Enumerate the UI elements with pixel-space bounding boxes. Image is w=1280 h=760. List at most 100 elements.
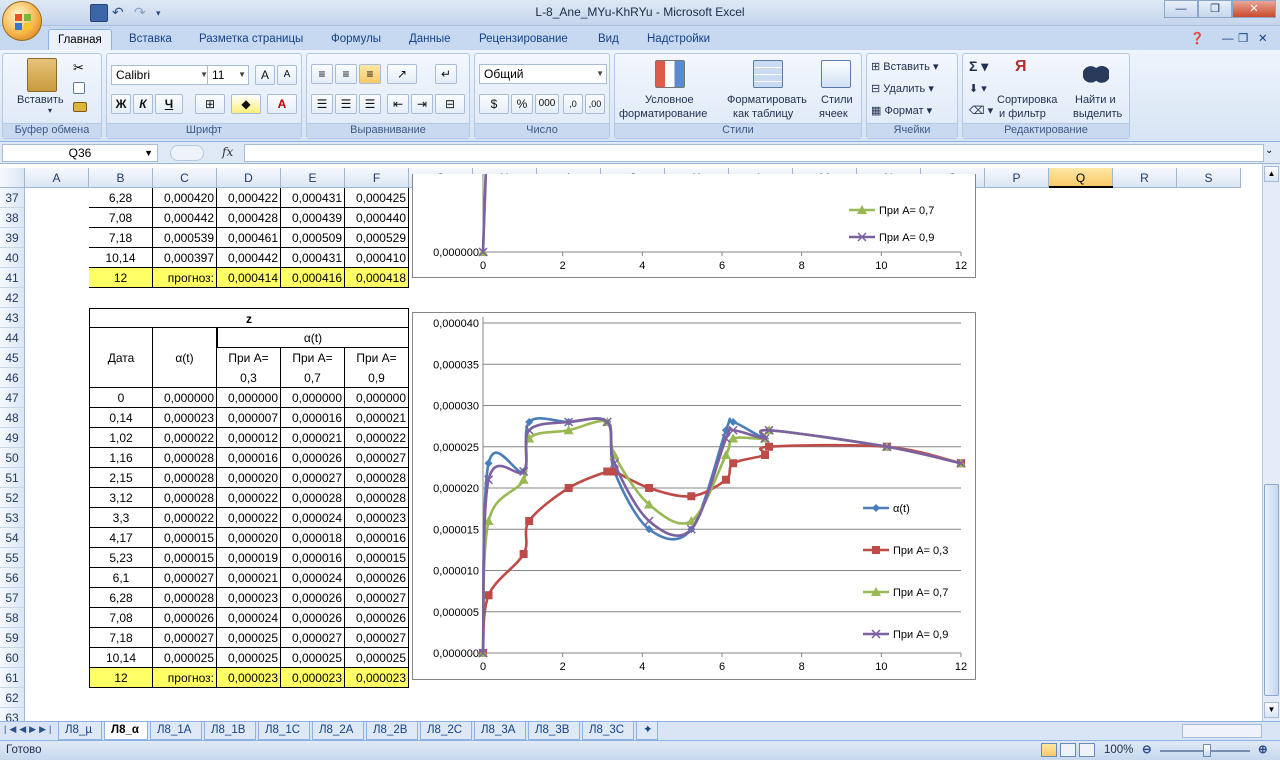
vertical-scrollbar[interactable]: ▲ ▼ (1262, 164, 1280, 721)
fill-color-button[interactable]: ◆ (231, 94, 261, 114)
font-size-select[interactable]: 11 ▼ (207, 65, 249, 85)
fill-button[interactable]: ⬇ ▾ (969, 82, 987, 95)
row-header-63[interactable]: 63 (0, 708, 25, 721)
delete-cells-button[interactable]: ⊟ Удалить ▾ (871, 82, 934, 95)
column-header-s[interactable]: S (1177, 168, 1241, 188)
zoom-level[interactable]: 100% (1104, 744, 1133, 756)
formula-resize-handle[interactable] (170, 145, 204, 161)
sheet-tab-3[interactable]: Л8_1В (204, 722, 256, 740)
cell-styles-label-1[interactable]: Стили (821, 94, 853, 106)
decrease-indent-button[interactable]: ⇤ (387, 94, 409, 114)
row-header-61[interactable]: 61 (0, 668, 25, 688)
font-name-select[interactable]: Calibri ▼ (111, 65, 211, 85)
tab-review[interactable]: Рецензирование (470, 29, 577, 50)
cell-styles-icon[interactable] (821, 60, 851, 88)
decrease-decimal-button[interactable]: ,00 (585, 94, 605, 114)
format-cells-button[interactable]: ▦ Формат ▾ (871, 104, 932, 117)
cell-styles-label-2[interactable]: ячеек (819, 108, 848, 120)
percent-button[interactable]: % (511, 94, 533, 114)
row-header-50[interactable]: 50 (0, 448, 25, 468)
sheet-tab-0[interactable]: Л8_µ (58, 722, 102, 740)
sheet-tab-4[interactable]: Л8_1С (258, 722, 310, 740)
row-header-38[interactable]: 38 (0, 208, 25, 228)
sheet-tab-2[interactable]: Л8_1А (150, 722, 202, 740)
italic-button[interactable]: К (133, 94, 153, 114)
row-header-55[interactable]: 55 (0, 548, 25, 568)
scroll-up-icon[interactable]: ▲ (1264, 166, 1279, 182)
insert-cells-button[interactable]: ⊞ Вставить ▾ (871, 60, 939, 73)
sheet-tab-8[interactable]: Л8_3А (474, 722, 526, 740)
sheet-tab-10[interactable]: Л8_3С (582, 722, 634, 740)
row-header-52[interactable]: 52 (0, 488, 25, 508)
column-header-r[interactable]: R (1113, 168, 1177, 188)
borders-button[interactable]: ⊞ (195, 94, 225, 114)
conditional-formatting-label-2[interactable]: форматирование (619, 108, 707, 120)
tab-page-layout[interactable]: Разметка страницы (190, 29, 312, 50)
select-all-corner[interactable] (0, 168, 25, 188)
align-center-button[interactable]: ☰ (335, 94, 357, 114)
autosum-button[interactable]: Σ ▾ (969, 58, 988, 75)
row-header-42[interactable]: 42 (0, 288, 25, 308)
wrap-text-button[interactable]: ↵ (435, 64, 457, 84)
restore-button[interactable]: ❐ (1198, 0, 1232, 18)
row-header-57[interactable]: 57 (0, 588, 25, 608)
office-button[interactable] (2, 1, 42, 41)
series-1[interactable] (478, 89, 494, 257)
tab-view[interactable]: Вид (589, 29, 628, 50)
horizontal-scrollbar[interactable] (1182, 724, 1262, 738)
cut-icon[interactable]: ✂ (73, 60, 84, 76)
row-header-47[interactable]: 47 (0, 388, 25, 408)
tab-formulas[interactable]: Формулы (322, 29, 390, 50)
row-header-48[interactable]: 48 (0, 408, 25, 428)
sheet-nav-icons[interactable]: |◀◀▶▶| (4, 724, 54, 735)
bold-button[interactable]: Ж (111, 94, 131, 114)
sheet-tab-7[interactable]: Л8_2С (420, 722, 472, 740)
ribbon-restore-button[interactable]: ❐ (1238, 29, 1248, 50)
number-format-select[interactable]: Общий ▼ (479, 64, 607, 84)
thousands-button[interactable]: 000 (535, 94, 559, 114)
vertical-scroll-thumb[interactable] (1264, 484, 1279, 696)
zoom-slider-thumb[interactable] (1203, 744, 1211, 757)
scroll-down-icon[interactable]: ▼ (1264, 702, 1279, 718)
column-header-c[interactable]: C (153, 168, 217, 188)
tab-home[interactable]: Главная (48, 29, 112, 50)
tab-data[interactable]: Данные (400, 29, 460, 50)
currency-button[interactable]: $ (479, 94, 509, 114)
row-header-37[interactable]: 37 (0, 188, 25, 208)
zoom-out-icon[interactable]: ⊖ (1142, 742, 1152, 756)
chart-top[interactable]: 0,0000000,000100024681012При А= 0,7При А… (412, 88, 976, 278)
column-header-p[interactable]: P (985, 168, 1049, 188)
row-header-62[interactable]: 62 (0, 688, 25, 708)
align-bottom-button[interactable]: ≡ (359, 64, 381, 84)
sheet-tab-5[interactable]: Л8_2А (312, 722, 364, 740)
column-header-b[interactable]: B (89, 168, 153, 188)
sheet-tab-6[interactable]: Л8_2В (366, 722, 418, 740)
column-header-f[interactable]: F (345, 168, 409, 188)
ribbon-minimize-button[interactable]: — (1222, 29, 1234, 50)
column-header-d[interactable]: D (217, 168, 281, 188)
find-select-label-1[interactable]: Найти и (1075, 94, 1116, 106)
binoculars-icon[interactable] (1083, 60, 1109, 84)
align-left-button[interactable]: ☰ (311, 94, 333, 114)
underline-button[interactable]: Ч (155, 94, 183, 114)
ribbon-close-button[interactable]: ✕ (1258, 29, 1268, 50)
font-color-button[interactable]: A (267, 94, 297, 114)
sheet-tab-1[interactable]: Л8_α (104, 722, 148, 740)
row-header-53[interactable]: 53 (0, 508, 25, 528)
row-header-44[interactable]: 44 (0, 328, 25, 348)
conditional-formatting-label-1[interactable]: Условное (645, 94, 694, 106)
row-header-46[interactable]: 46 (0, 368, 25, 388)
insert-function-icon[interactable]: fx (222, 145, 233, 159)
page-break-view-icon[interactable] (1079, 743, 1095, 757)
grow-font-button[interactable]: A (255, 65, 275, 85)
sort-filter-label-1[interactable]: Сортировка (997, 94, 1057, 106)
find-select-label-2[interactable]: выделить (1073, 108, 1122, 120)
zoom-in-icon[interactable]: ⊕ (1258, 742, 1268, 756)
format-as-table-label-2[interactable]: как таблицу (733, 108, 793, 120)
chart-bottom[interactable]: 0,000000 0,000005 0,000010 0,000015 0,000020… (412, 312, 976, 680)
row-header-51[interactable]: 51 (0, 468, 25, 488)
help-icon[interactable]: ❓ (1190, 29, 1204, 50)
format-as-table-icon[interactable] (753, 60, 783, 88)
column-header-e[interactable]: E (281, 168, 345, 188)
align-middle-button[interactable]: ≡ (335, 64, 357, 84)
